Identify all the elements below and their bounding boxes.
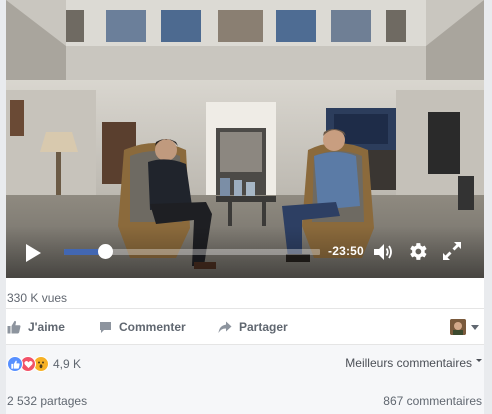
comment-sort-dropdown[interactable]: Meilleurs commentaires xyxy=(345,356,482,370)
fullscreen-icon xyxy=(443,242,461,260)
video-post-card: -23:50 330 K vues J'aime Commenter Parta… xyxy=(0,0,492,414)
video-player[interactable]: -23:50 xyxy=(6,0,484,278)
sort-label: Meilleurs commentaires xyxy=(345,356,472,370)
gear-icon xyxy=(410,243,427,260)
fullscreen-button[interactable] xyxy=(442,241,462,261)
chevron-down-icon xyxy=(476,359,482,362)
chevron-down-icon xyxy=(471,324,479,330)
progress-thumb[interactable] xyxy=(97,244,113,259)
share-count[interactable]: 2 532 partages xyxy=(7,394,87,408)
comment-label: Commenter xyxy=(119,320,186,334)
progress-bar[interactable] xyxy=(64,244,320,259)
comment-button[interactable]: Commenter xyxy=(99,320,186,334)
reactions-summary[interactable]: 4,9 K xyxy=(7,356,81,372)
reaction-count: 4,9 K xyxy=(53,357,82,371)
play-icon xyxy=(26,244,41,262)
like-button[interactable]: J'aime xyxy=(7,320,65,334)
like-label: J'aime xyxy=(28,320,65,334)
view-count: 330 K vues xyxy=(7,291,68,305)
volume-button[interactable] xyxy=(373,241,395,263)
engagement-summary: 4,9 K Meilleurs commentaires 2 532 parta… xyxy=(6,344,484,414)
time-remaining: -23:50 xyxy=(328,244,364,258)
volume-icon xyxy=(374,244,392,260)
speech-bubble-icon xyxy=(100,321,111,333)
share-arrow-icon xyxy=(218,321,232,333)
settings-button[interactable] xyxy=(406,240,429,263)
thumbs-up-icon xyxy=(7,320,21,334)
profile-selector[interactable] xyxy=(450,319,479,335)
share-button[interactable]: Partager xyxy=(218,320,288,334)
share-label: Partager xyxy=(239,320,288,334)
play-button[interactable] xyxy=(23,243,43,263)
like-reaction-icon xyxy=(7,356,23,372)
comment-count[interactable]: 867 commentaires xyxy=(383,394,482,408)
video-controls: -23:50 xyxy=(6,226,484,278)
action-bar: J'aime Commenter Partager xyxy=(6,308,484,344)
avatar xyxy=(450,319,466,335)
